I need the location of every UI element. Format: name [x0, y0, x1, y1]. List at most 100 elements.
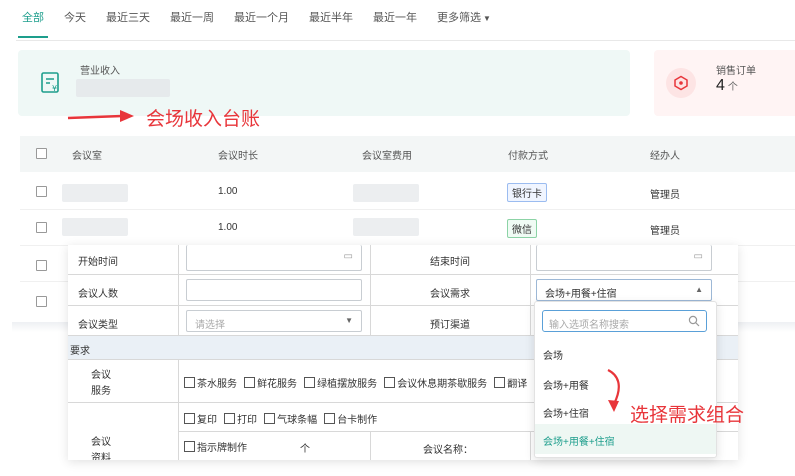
row-checkbox[interactable] [36, 186, 47, 197]
cell-divider [530, 245, 531, 274]
table-row[interactable]: 1.00 微信 管理员 [20, 210, 795, 246]
fee-redacted [353, 218, 419, 236]
time-filter-tabs: 全部 今天 最近三天 最近一周 最近一个月 最近半年 最近一年 更多筛选 ▼ [0, 0, 795, 38]
orders-icon-wrap [666, 68, 696, 98]
row-operator: 管理员 [650, 226, 680, 237]
type-select[interactable]: 请选择 ▼ [186, 310, 362, 332]
cell-divider [370, 306, 371, 335]
fee-redacted [353, 184, 419, 202]
tabs-divider [16, 40, 795, 41]
row-checkbox[interactable] [36, 222, 47, 233]
cell-divider [530, 431, 531, 460]
income-card: ¥ 营业收入 [18, 50, 630, 116]
service-translation-checkbox[interactable]: 翻译 [494, 375, 527, 390]
cell-divider [178, 306, 179, 335]
col-payment: 付款方式 [508, 151, 548, 162]
attendees-input[interactable] [186, 279, 362, 301]
red-arrow-icon [67, 110, 134, 122]
material-label-2: 资料 [91, 453, 111, 460]
start-time-input[interactable]: ▭ [186, 245, 362, 271]
tab-last-3-days[interactable]: 最近三天 [106, 0, 150, 36]
orders-label: 销售订单 [716, 66, 756, 77]
sign-option: 指示牌制作 [184, 439, 251, 455]
end-time-label: 结束时间 [430, 257, 470, 268]
red-curved-arrow-icon [607, 369, 620, 412]
income-value-redacted [76, 79, 170, 97]
sign-checkbox[interactable]: 指示牌制作 [184, 439, 247, 454]
payment-tag: 微信 [507, 219, 537, 238]
material-copy-checkbox[interactable]: 复印 [184, 411, 217, 426]
needs-label: 会议需求 [430, 289, 470, 300]
ledger-annotation: 会场收入台账 [146, 109, 261, 130]
orders-unit: 个 [727, 82, 738, 93]
select-all-checkbox[interactable] [36, 148, 47, 159]
row-duration: 1.00 [218, 222, 238, 233]
cell-divider [530, 275, 531, 305]
needs-select-value: 会场+用餐+住宿 [545, 289, 617, 300]
col-operator: 经办人 [650, 151, 680, 162]
tab-all[interactable]: 全部 [18, 0, 48, 38]
material-print-checkbox[interactable]: 打印 [224, 411, 257, 426]
service-label-2: 服务 [91, 386, 111, 397]
caret-up-icon: ▲ [695, 285, 703, 294]
service-tea-checkbox[interactable]: 茶水服务 [184, 375, 237, 390]
material-label-1: 会议 [91, 437, 111, 448]
meeting-name-label: 会议名称： [423, 445, 473, 456]
hexagon-icon [674, 75, 688, 91]
income-label: 营业收入 [80, 66, 120, 77]
attendees-label: 会议人数 [78, 289, 118, 300]
type-placeholder: 请选择 [195, 320, 225, 331]
material-banner-checkbox[interactable]: 气球条幅 [264, 411, 317, 426]
calendar-icon: ▭ [693, 251, 703, 262]
needs-select[interactable]: 会场+用餐+住宿 ▲ [536, 279, 712, 301]
col-room-fee: 会议室费用 [362, 151, 412, 162]
orders-value: 4个 [716, 77, 738, 95]
cell-divider [178, 275, 179, 305]
service-break-checkbox[interactable]: 会议休息期茶歇服务 [384, 375, 487, 390]
type-label: 会议类型 [78, 320, 118, 331]
search-icon [688, 315, 700, 327]
search-placeholder: 输入选项名称搜索 [549, 320, 629, 331]
orders-count: 4 [716, 77, 725, 94]
room-redacted [62, 218, 128, 236]
dropdown-option-venue-dining-lodging[interactable]: 会场+用餐+住宿 [535, 424, 716, 454]
form-row-time: 开始时间 ▭ 结束时间 ▭ [68, 245, 738, 275]
more-filters-label: 更多筛选 [437, 11, 481, 24]
service-flowers-checkbox[interactable]: 鲜花服务 [244, 375, 297, 390]
col-room: 会议室 [72, 151, 102, 162]
row-duration: 1.00 [218, 186, 238, 197]
material-tablecard-checkbox[interactable]: 台卡制作 [324, 411, 377, 426]
tab-last-week[interactable]: 最近一周 [170, 0, 214, 36]
tab-last-half-year[interactable]: 最近半年 [309, 0, 353, 36]
end-time-input[interactable]: ▭ [536, 245, 712, 271]
caret-down-icon: ▼ [345, 316, 353, 325]
calendar-icon: ▭ [343, 251, 353, 262]
dropdown-option-venue[interactable]: 会场 [535, 338, 716, 368]
channel-label: 预订渠道 [430, 320, 470, 331]
payment-tag: 银行卡 [507, 183, 547, 202]
cell-divider [530, 306, 531, 335]
tab-last-month[interactable]: 最近一个月 [234, 0, 289, 36]
row-operator: 管理员 [650, 190, 680, 201]
service-plants-checkbox[interactable]: 绿植摆放服务 [304, 375, 377, 390]
tab-last-year[interactable]: 最近一年 [373, 0, 417, 36]
cell-divider [370, 245, 371, 274]
service-label-1: 会议 [91, 370, 111, 381]
caret-down-icon: ▼ [483, 13, 491, 23]
sign-unit: 个 [300, 444, 310, 455]
cell-divider [370, 431, 371, 460]
receipt-icon: ¥ [41, 72, 59, 93]
row-checkbox[interactable] [36, 260, 47, 271]
combo-annotation: 选择需求组合 [630, 405, 745, 426]
material-options: 复印 打印 气球条幅 台卡制作 [184, 411, 381, 427]
table-row[interactable]: 1.00 银行卡 管理员 [20, 174, 795, 210]
row-checkbox[interactable] [36, 296, 47, 307]
cell-divider [178, 360, 179, 402]
requirements-label: 要求 [70, 346, 90, 357]
orders-card: 销售订单 4个 [654, 50, 795, 116]
cell-divider [370, 275, 371, 305]
tab-more-filters[interactable]: 更多筛选 ▼ [437, 0, 491, 37]
dropdown-search-input[interactable]: 输入选项名称搜索 [542, 310, 707, 332]
cell-divider [178, 245, 179, 274]
tab-today[interactable]: 今天 [64, 0, 86, 36]
